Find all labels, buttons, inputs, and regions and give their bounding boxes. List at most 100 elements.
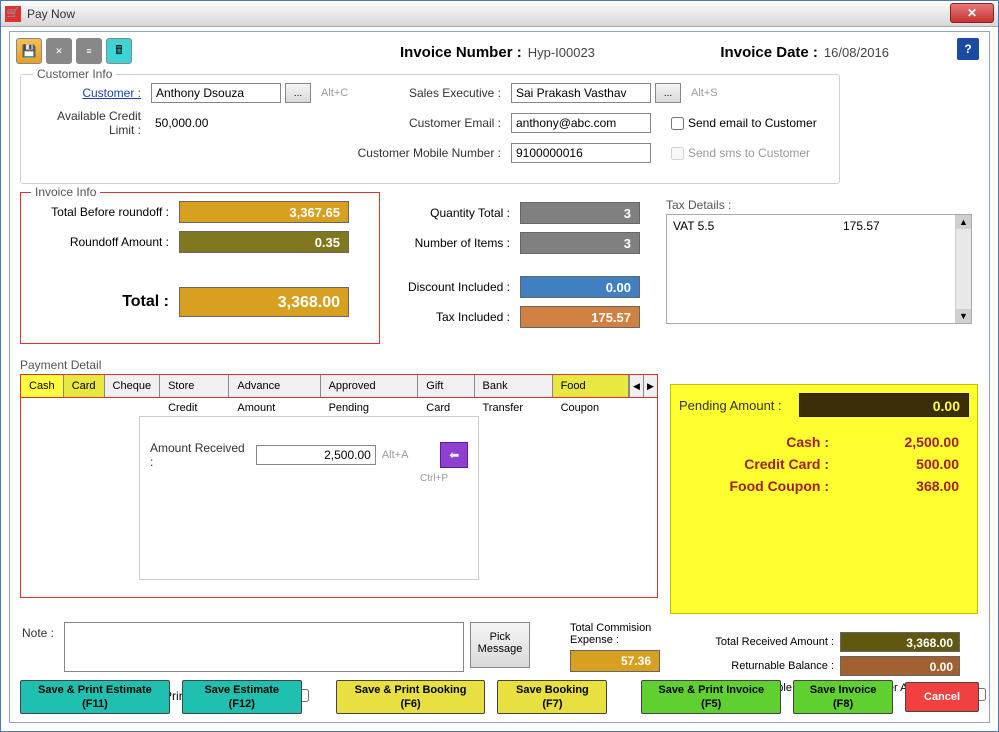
mobile-input[interactable]: [511, 143, 651, 163]
save-estimate-button[interactable]: Save Estimate (F12): [182, 680, 302, 714]
total-received-value: 3,368.00: [840, 632, 960, 652]
discount-label: Discount Included :: [400, 280, 520, 294]
summary-cash-label: Cash :: [679, 434, 829, 450]
payment-tabs: Cash Card Cheque Store Credit Advance Am…: [20, 374, 658, 398]
header: Invoice Number : Hyp-I00023 Invoice Date…: [170, 40, 979, 64]
tab-food-coupon[interactable]: Food Coupon: [553, 375, 629, 397]
amount-received-label: Amount Received :: [150, 441, 256, 469]
note-textarea[interactable]: [64, 622, 464, 672]
qty-label: Quantity Total :: [400, 206, 520, 220]
invoice-stats: Quantity Total : 3 Number of Items : 3 D…: [400, 202, 650, 336]
invoice-info-legend: Invoice Info: [31, 185, 100, 199]
tax-row-value: 175.57: [843, 219, 880, 233]
enter-button[interactable]: ⬅: [440, 442, 468, 468]
pending-amount-label: Pending Amount :: [679, 398, 792, 413]
discount-value: 0.00: [520, 276, 640, 298]
help-button[interactable]: ?: [957, 38, 979, 60]
total-value: 3,368.00: [179, 287, 349, 317]
email-input[interactable]: [511, 113, 651, 133]
summary-card-label: Credit Card :: [679, 456, 829, 472]
tax-details-list[interactable]: VAT 5.5175.57 ▲ ▼: [666, 214, 972, 324]
sales-exec-browse-button[interactable]: ...: [655, 83, 681, 103]
cancel-button[interactable]: Cancel: [905, 682, 979, 712]
invoice-date-label: Invoice Date :: [720, 44, 818, 61]
invoice-info-box: Invoice Info Total Before roundoff : 3,3…: [20, 192, 380, 344]
items-label: Number of Items :: [400, 236, 520, 250]
credit-limit-label: Available Credit Limit :: [31, 109, 151, 137]
returnable-value: 0.00: [840, 656, 960, 676]
tax-scrollbar[interactable]: ▲ ▼: [955, 215, 971, 323]
total-received-label: Total Received Amount :: [700, 636, 840, 648]
invoice-number: Hyp-I00023: [528, 45, 595, 60]
pick-message-button[interactable]: Pick Message: [470, 622, 530, 668]
tab-bank-transfer[interactable]: Bank Transfer: [475, 375, 553, 397]
save-print-booking-button[interactable]: Save & Print Booking (F6): [336, 680, 486, 714]
tab-advance-amount[interactable]: Advance Amount: [229, 375, 320, 397]
tax-details-legend: Tax Details :: [666, 198, 972, 212]
pending-amount-value: 0.00: [799, 393, 969, 417]
save-invoice-button[interactable]: Save Invoice (F8): [793, 680, 893, 714]
tax-included-value: 175.57: [520, 306, 640, 328]
payment-summary-box: Pending Amount : 0.00 Cash :2,500.00 Cre…: [670, 384, 978, 614]
invoice-number-label: Invoice Number :: [400, 44, 522, 61]
items-value: 3: [520, 232, 640, 254]
tax-included-label: Tax Included :: [400, 310, 520, 324]
customer-link[interactable]: Customer :: [31, 86, 151, 100]
summary-cash-value: 2,500.00: [829, 434, 959, 450]
sales-exec-label: Sales Executive :: [391, 86, 511, 100]
toolbar-save-button[interactable]: 💾: [16, 38, 42, 64]
payment-panel: Amount Received : Alt+A ⬅ Ctrl+P: [139, 416, 479, 580]
close-button[interactable]: ✕: [950, 3, 994, 23]
tab-approved-pending[interactable]: Approved Pending: [321, 375, 419, 397]
roundoff-value: 0.35: [179, 231, 349, 253]
payment-detail-legend: Payment Detail: [20, 358, 101, 372]
payment-frame: Amount Received : Alt+A ⬅ Ctrl+P: [20, 398, 658, 598]
received-box: Total Received Amount : 3,368.00 Returna…: [700, 632, 976, 680]
app-icon: 🛒: [5, 6, 21, 22]
save-print-estimate-button[interactable]: Save & Print Estimate (F11): [20, 680, 170, 714]
customer-input[interactable]: [151, 83, 281, 103]
credit-limit-value: 50,000.00: [151, 116, 208, 130]
customer-info-legend: Customer Info: [33, 67, 116, 81]
commission-label: Total Commision Expense :: [570, 622, 660, 646]
customer-info-box: Customer Info Customer : ... Alt+C Sales…: [20, 74, 840, 184]
scroll-down-icon[interactable]: ▼: [956, 309, 971, 323]
tax-row-name: VAT 5.5: [673, 219, 843, 233]
toolbar-calculator-button[interactable]: 🖩: [106, 38, 132, 64]
customer-browse-button[interactable]: ...: [285, 83, 311, 103]
amount-received-input[interactable]: [256, 445, 376, 465]
tab-scroll-left-icon[interactable]: ◀: [629, 375, 643, 397]
sales-exec-input[interactable]: [511, 83, 651, 103]
tab-card[interactable]: Card: [64, 375, 105, 397]
send-sms-label: Send sms to Customer: [688, 146, 810, 160]
tab-gift-card[interactable]: Gift Card: [418, 375, 474, 397]
before-roundoff-label: Total Before roundoff :: [29, 205, 179, 219]
total-label: Total :: [29, 293, 179, 311]
send-email-checkbox[interactable]: [671, 117, 684, 130]
invoice-date: 16/08/2016: [824, 45, 889, 60]
sales-exec-hint: Alt+S: [691, 87, 718, 99]
before-roundoff-value: 3,367.65: [179, 201, 349, 223]
content: 💾 ✕ ≡ 🖩 Invoice Number : Hyp-I00023 Invo…: [9, 31, 990, 723]
button-bar: Save & Print Estimate (F11) Save Estimat…: [20, 680, 979, 714]
tab-store-credit[interactable]: Store Credit: [160, 375, 229, 397]
roundoff-label: Roundoff Amount :: [29, 235, 179, 249]
send-sms-checkbox[interactable]: [671, 147, 684, 160]
tab-cash[interactable]: Cash: [21, 375, 64, 397]
tab-scroll-right-icon[interactable]: ▶: [643, 375, 657, 397]
qty-value: 3: [520, 202, 640, 224]
returnable-label: Returnable Balance :: [700, 660, 840, 672]
tab-cheque[interactable]: Cheque: [105, 375, 161, 397]
mobile-label: Customer Mobile Number :: [351, 146, 511, 160]
summary-foodcoupon-label: Food Coupon :: [679, 478, 829, 494]
save-booking-button[interactable]: Save Booking (F7): [497, 680, 607, 714]
summary-foodcoupon-value: 368.00: [829, 478, 959, 494]
toolbar-history-button[interactable]: ≡: [76, 38, 102, 64]
summary-card-value: 500.00: [829, 456, 959, 472]
save-print-invoice-button[interactable]: Save & Print Invoice (F5): [641, 680, 781, 714]
scroll-up-icon[interactable]: ▲: [956, 215, 971, 229]
toolbar-close-button[interactable]: ✕: [46, 38, 72, 64]
titlebar: 🛒 Pay Now ✕: [1, 1, 998, 27]
pay-now-window: 🛒 Pay Now ✕ 💾 ✕ ≡ 🖩 Invoice Number : Hyp…: [0, 0, 999, 732]
ctrl-p-hint: Ctrl+P: [420, 473, 448, 484]
